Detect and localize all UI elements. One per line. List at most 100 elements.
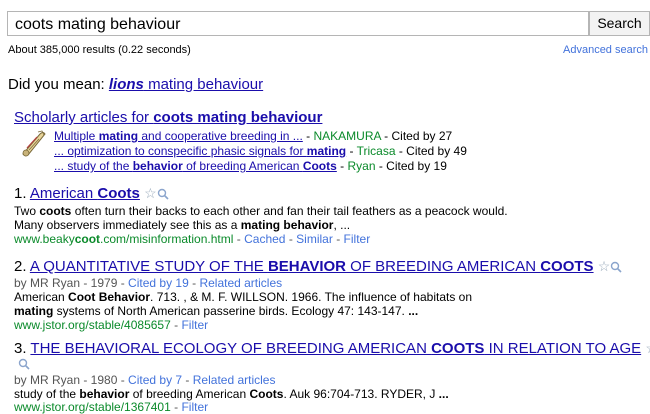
result-2-filter-link[interactable]: Filter [181, 318, 208, 332]
magnifier-icon[interactable] [157, 188, 169, 200]
result-1-snippet-1-c: often turn their backs to each other and… [71, 204, 508, 218]
search-button[interactable]: Search [589, 11, 650, 36]
scholar-item-1-link-b: mating [98, 129, 139, 143]
star-icon[interactable]: ☆ [645, 340, 650, 356]
scholar-item-2-author: Tricasa [356, 144, 396, 158]
result-2-snippet-1-a: American [14, 290, 69, 304]
result-2-cited-link[interactable]: Cited by 19 [128, 276, 189, 290]
scholar-scroll-icon [22, 130, 46, 157]
scholar-item-2: ... optimization to conspecific phasic s… [54, 144, 467, 158]
magnifier-icon[interactable] [18, 358, 30, 370]
result-1-filter-link[interactable]: Filter [344, 232, 371, 246]
did-you-mean-suggestion[interactable]: lions mating behaviour [109, 76, 263, 93]
result-1-number: 1. [14, 185, 27, 202]
result-2-meta: by MR Ryan - 1979 - Cited by 19 - Relate… [14, 276, 283, 290]
did-you-mean-prefix: Did you mean: [8, 76, 109, 93]
scholar-item-3-link-c: of breeding American [182, 159, 303, 173]
result-3-snippet-1-d: Coots [249, 387, 284, 401]
scholar-item-2-link-b: mating [306, 144, 347, 158]
result-1-snippet-1: Two coots often turn their backs to each… [14, 204, 508, 218]
result-2-snippet-2-b: systems of North American passerine bird… [53, 304, 409, 318]
scholar-item-1: Multiple mating and cooperative breeding… [54, 129, 453, 143]
scholar-title-bold: coots mating behaviour [153, 109, 323, 126]
result-1-title-link[interactable]: American Coots [30, 185, 140, 202]
star-icon[interactable]: ☆ [144, 185, 157, 201]
advanced-search-link[interactable]: Advanced search [563, 44, 648, 56]
suggestion-bold: lions [108, 76, 144, 93]
result-3-filter-link[interactable]: Filter [181, 400, 208, 414]
result-3-snippet-1-e: . Auk 96:704-713. RYDER, J [283, 387, 439, 401]
result-1-url-b: coot [74, 232, 101, 246]
result-3-snippet-1-f: ... [438, 387, 449, 401]
result-3-url: www.jstor.org/stable/1367401 [14, 400, 171, 414]
result-1-title-a: American [29, 185, 98, 202]
result-3-title-link[interactable]: THE BEHAVIORAL ECOLOGY OF BREEDING AMERI… [30, 340, 641, 357]
result-3-title-c: IN RELATION TO AGE [484, 340, 642, 357]
result-2-snippet-2-c: ... [408, 304, 419, 318]
result-3-snippet-1: study of the behavior of breeding Americ… [14, 387, 449, 401]
result-2-snippet-1: American Coot Behavior. 713. , & M. F. W… [14, 290, 472, 304]
scholar-item-3-link-b: behavior [132, 159, 183, 173]
result-3-meta-author: by MR Ryan - 1980 - [14, 373, 129, 387]
result-2-title-a: A QUANTITATIVE STUDY OF THE [29, 258, 268, 275]
result-2-snippet-2-a: mating [14, 304, 54, 318]
result-2-url-row: www.jstor.org/stable/4085657 - Filter [14, 318, 209, 332]
result-1-snippet-1-b: coots [39, 204, 72, 218]
result-2-title-link[interactable]: A QUANTITATIVE STUDY OF THE BEHAVIOR OF … [30, 258, 594, 275]
scholar-item-2-link[interactable]: ... optimization to conspecific phasic s… [54, 144, 346, 158]
result-1-title-row: 1. American Coots ☆ [14, 185, 169, 202]
result-1-url-row: www.beakycoot.com/misinformation.html - … [14, 232, 371, 246]
result-3-related-link[interactable]: Related articles [193, 373, 276, 387]
result-1-url-a: www.beaky [14, 232, 75, 246]
result-1-snippet-1-a: Two [14, 204, 40, 218]
scholar-item-3-author: Ryan [347, 159, 376, 173]
result-2-number: 2. [14, 258, 27, 275]
scholar-item-3-link[interactable]: ... study of the behavior of breeding Am… [54, 159, 337, 173]
result-1-snippet-2: Many observers immediately see this as a… [14, 218, 350, 232]
result-3-cited-link[interactable]: Cited by 7 [128, 373, 182, 387]
did-you-mean: Did you mean: lions mating behaviour [8, 76, 263, 93]
scholar-item-3-cited: Cited by 19 [386, 159, 447, 173]
result-3-meta: by MR Ryan - 1980 - Cited by 7 - Related… [14, 373, 276, 387]
result-3-title-a: THE BEHAVIORAL ECOLOGY OF BREEDING AMERI… [30, 340, 432, 357]
result-2-snippet-1-b: Coot Behavior [68, 290, 151, 304]
result-3-number: 3. [14, 340, 27, 357]
result-1-snippet-2-a: Many observers immediately see this as a [14, 218, 241, 232]
scholar-item-2-link-a: ... optimization to conspecific phasic s… [54, 144, 307, 158]
search-input[interactable]: coots mating behaviour [15, 16, 180, 34]
result-1-snippet-2-b: mating behavior [240, 218, 334, 232]
scholar-title-prefix: Scholarly articles for [14, 109, 154, 126]
search-box[interactable]: coots mating behaviour [7, 11, 589, 36]
result-1-url: www.beakycoot.com/misinformation.html [14, 232, 233, 246]
star-icon[interactable]: ☆ [598, 258, 611, 274]
result-3-title-row: 3. THE BEHAVIORAL ECOLOGY OF BREEDING AM… [14, 340, 650, 357]
magnifier-icon[interactable] [610, 261, 622, 273]
result-1-similar-link[interactable]: Similar [296, 232, 333, 246]
scholar-item-2-cited: Cited by 49 [406, 144, 467, 158]
result-3-snippet-1-b: behavior [79, 387, 130, 401]
result-2-title-d: COOTS [540, 258, 594, 275]
result-2-title-row: 2. A QUANTITATIVE STUDY OF THE BEHAVIOR … [14, 258, 622, 275]
scholar-item-3: ... study of the behavior of breeding Am… [54, 159, 447, 173]
result-1-snippet-2-c: , ... [333, 218, 351, 232]
result-3-snippet-1-a: study of the [14, 387, 80, 401]
suggestion-rest: mating behaviour [143, 76, 264, 93]
result-2-snippet-1-c: . 713. , & M. F. WILLSON. 1966. The infl… [150, 290, 473, 304]
result-1-url-c: .com/misinformation.html [100, 232, 234, 246]
result-2-snippet-2: mating systems of North American passeri… [14, 304, 418, 318]
scholar-item-1-cited: Cited by 27 [391, 129, 453, 143]
result-2-title-b: BEHAVIOR [267, 258, 347, 275]
scholarly-articles-title[interactable]: Scholarly articles for coots mating beha… [14, 109, 322, 126]
result-2-meta-author: by MR Ryan - 1979 - [14, 276, 129, 290]
scholar-item-3-link-d: Coots [302, 159, 337, 173]
scholar-item-1-author: NAKAMURA [313, 129, 381, 143]
result-1-title-b: Coots [97, 185, 140, 202]
result-stats: About 385,000 results (0.22 seconds) [8, 44, 191, 56]
scholar-item-1-link[interactable]: Multiple mating and cooperative breeding… [54, 129, 303, 143]
result-3-title-b: COOTS [431, 340, 485, 357]
result-1-cached-link[interactable]: Cached [244, 232, 285, 246]
result-3-url-row: www.jstor.org/stable/1367401 - Filter [14, 400, 209, 414]
result-2-related-link[interactable]: Related articles [199, 276, 282, 290]
scholar-item-1-link-c: and cooperative breeding in ... [138, 129, 303, 143]
scholar-item-3-link-a: ... study of the [54, 159, 133, 173]
